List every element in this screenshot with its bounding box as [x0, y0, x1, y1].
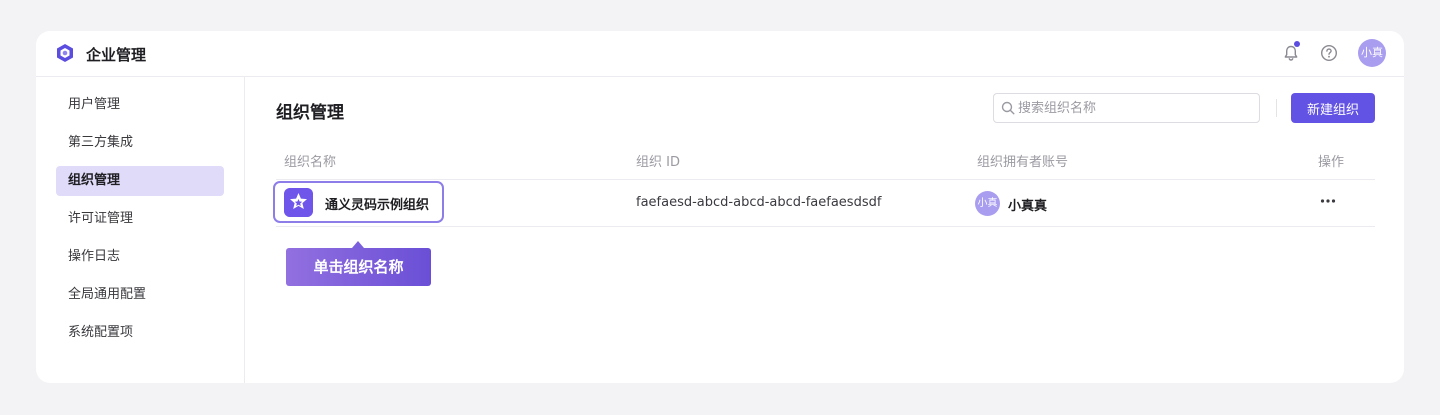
sidebar-item-operation-log[interactable]: 操作日志 [56, 242, 224, 272]
guide-tooltip: 单击组织名称 [286, 248, 431, 286]
new-org-button[interactable]: 新建组织 [1291, 93, 1375, 123]
org-name[interactable]: 通义灵码示例组织 [325, 194, 429, 213]
org-logo-icon [284, 188, 313, 217]
table-row-divider [276, 226, 1375, 227]
sidebar-item-system-config[interactable]: 系统配置项 [56, 318, 224, 348]
tooltip-arrow [352, 241, 364, 248]
column-header-actions: 操作 [1318, 155, 1345, 170]
column-header-org-name: 组织名称 [284, 155, 337, 170]
logo-icon [57, 44, 73, 62]
sidebar-item-third-party-integration[interactable]: 第三方集成 [56, 128, 224, 158]
more-icon[interactable] [1317, 190, 1339, 212]
owner-name: 小真真 [1008, 199, 1048, 214]
sidebar-item-user-management[interactable]: 用户管理 [56, 90, 224, 120]
sidebar-item-license-management[interactable]: 许可证管理 [56, 204, 224, 234]
main-card: 企业管理 小真 用户管理 第三方集成 组织管理 许可证管理 操作日志 全局通用配… [36, 31, 1404, 383]
search-input[interactable] [1018, 95, 1254, 121]
page-title: 组织管理 [276, 103, 344, 123]
column-header-org-id: 组织 ID [636, 155, 680, 170]
user-avatar[interactable]: 小真 [1358, 39, 1386, 67]
owner-avatar: 小真 [975, 191, 1000, 216]
top-bar: 企业管理 小真 [36, 31, 1404, 77]
search-icon [1001, 101, 1015, 115]
search-box[interactable] [993, 93, 1260, 123]
sidebar-item-org-management[interactable]: 组织管理 [56, 166, 224, 196]
toolbar-divider [1276, 99, 1277, 117]
sidebar: 用户管理 第三方集成 组织管理 许可证管理 操作日志 全局通用配置 系统配置项 [36, 77, 245, 383]
help-icon[interactable] [1320, 44, 1338, 62]
sidebar-item-global-config[interactable]: 全局通用配置 [56, 280, 224, 310]
table-header-divider [276, 179, 1375, 180]
org-id: faefaesd-abcd-abcd-abcd-faefaesdsdf [636, 195, 882, 210]
column-header-owner-account: 组织拥有者账号 [977, 155, 1069, 170]
org-name-link[interactable]: 通义灵码示例组织 [273, 181, 444, 223]
app-title: 企业管理 [86, 46, 147, 64]
notification-dot [1294, 41, 1300, 47]
